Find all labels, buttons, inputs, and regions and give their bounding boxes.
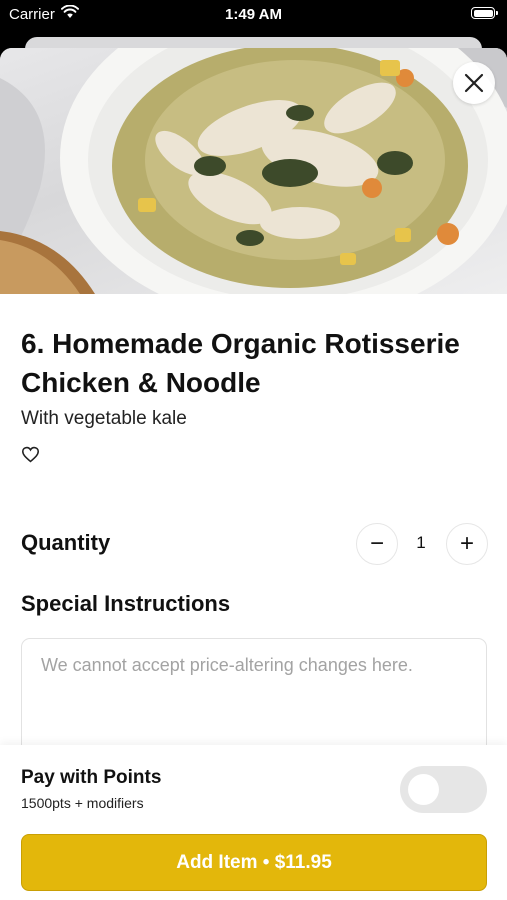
item-detail-sheet: 6. Homemade Organic Rotisserie Chicken &…: [0, 48, 507, 900]
item-photo: [0, 48, 507, 294]
footer-bar: Pay with Points 1500pts + modifiers Add …: [0, 745, 507, 900]
favorite-button[interactable]: [21, 446, 40, 468]
pay-with-points-label: Pay with Points: [21, 767, 162, 788]
item-title: 6. Homemade Organic Rotisserie Chicken &…: [21, 328, 460, 398]
add-item-button[interactable]: Add Item • $11.95: [21, 834, 487, 891]
close-icon: [464, 73, 484, 93]
decrease-quantity-button[interactable]: −: [356, 523, 398, 565]
toggle-knob: [408, 774, 439, 805]
increase-quantity-button[interactable]: +: [446, 523, 488, 565]
quantity-value: 1: [416, 533, 426, 552]
item-description: With vegetable kale: [21, 408, 187, 429]
points-cost: 1500pts + modifiers: [21, 795, 144, 811]
heart-icon: [21, 446, 40, 463]
pay-with-points-toggle[interactable]: [400, 766, 487, 813]
status-bar: Carrier 1:49 AM: [0, 0, 507, 30]
battery-icon: [471, 7, 498, 19]
special-instructions-label: Special Instructions: [21, 591, 231, 616]
quantity-label: Quantity: [21, 530, 111, 555]
close-button[interactable]: [453, 62, 495, 104]
clock: 1:49 AM: [225, 6, 282, 23]
